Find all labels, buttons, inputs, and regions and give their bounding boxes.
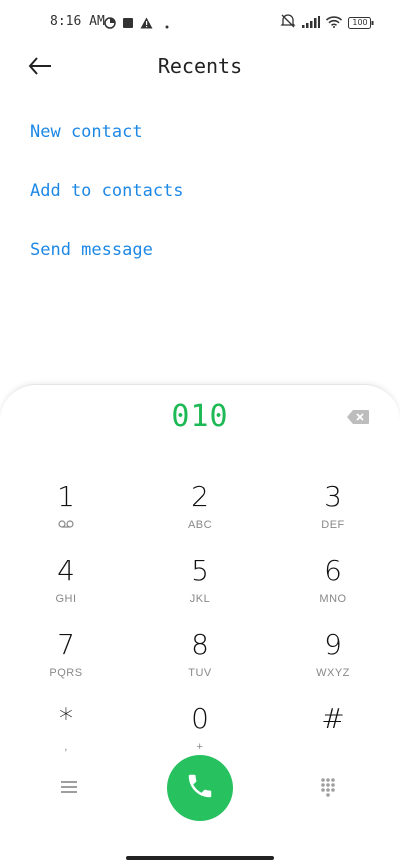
key-digit: 5 <box>191 554 209 587</box>
key-digit: 9 <box>324 628 342 661</box>
key-letters: DEF <box>321 519 345 531</box>
home-indicator[interactable] <box>126 856 274 860</box>
action-list: New contact Add to contacts Send message <box>30 110 184 287</box>
mute-vibrate-icon <box>280 13 296 32</box>
key-letters: PQRS <box>49 667 83 679</box>
key-digit: 3 <box>324 480 342 513</box>
key-letters: ABC <box>187 519 213 531</box>
backspace-button[interactable] <box>346 409 370 427</box>
key-2[interactable]: 2 ABC <box>145 481 255 545</box>
data-saver-icon <box>104 14 116 33</box>
key-5[interactable]: 5 JKL <box>145 555 255 619</box>
key-digit: 6 <box>324 554 342 587</box>
square-notification-icon <box>122 14 134 33</box>
key-letters: MNO <box>319 593 347 605</box>
status-left-icons <box>104 14 169 33</box>
key-letters: WXYZ <box>316 667 350 679</box>
key-letters: TUV <box>188 667 212 679</box>
new-contact-link[interactable]: New contact <box>30 110 184 169</box>
key-letters: JKL <box>189 593 211 605</box>
keypad-toggle-button[interactable] <box>320 777 338 799</box>
key-letters: , <box>64 741 68 753</box>
key-digit: 4 <box>57 554 75 587</box>
dialer-bottom-bar <box>0 755 400 825</box>
header: Recents <box>0 44 400 92</box>
status-bar: 8:16 AM 100 <box>0 0 400 44</box>
call-button[interactable] <box>167 755 233 821</box>
warning-icon <box>140 14 153 33</box>
dialer-panel: 010 1 2 ABC 3 DEF 4 GHI 5 JKL 6 MNO 7 PQ… <box>0 384 400 866</box>
key-3[interactable]: 3 DEF <box>278 481 388 545</box>
dialed-number[interactable]: 010 <box>0 399 400 434</box>
signal-icon <box>302 13 320 32</box>
keypad-icon <box>320 778 336 801</box>
send-message-link[interactable]: Send message <box>30 228 184 287</box>
wifi-icon <box>325 13 343 32</box>
key-letters: GHI <box>55 593 77 605</box>
key-digit: 0 <box>191 702 209 735</box>
key-4[interactable]: 4 GHI <box>11 555 121 619</box>
key-letters: + <box>196 741 204 753</box>
menu-icon <box>60 780 78 799</box>
key-8[interactable]: 8 TUV <box>145 629 255 693</box>
key-9[interactable]: 9 WXYZ <box>278 629 388 693</box>
battery-level: 100 <box>352 17 368 27</box>
key-digit: # <box>321 702 345 735</box>
key-6[interactable]: 6 MNO <box>278 555 388 619</box>
key-digit: 8 <box>191 628 209 661</box>
key-7[interactable]: 7 PQRS <box>11 629 121 693</box>
phone-icon <box>185 771 215 805</box>
menu-button[interactable] <box>60 779 80 797</box>
key-digit: * <box>59 702 73 735</box>
dot-icon <box>165 14 169 33</box>
battery-icon: 100 <box>348 16 374 29</box>
status-right-icons: 100 <box>280 13 374 32</box>
page-title: Recents <box>157 54 243 78</box>
backspace-icon <box>346 410 370 429</box>
key-1[interactable]: 1 <box>11 481 121 545</box>
key-digit: 7 <box>57 628 75 661</box>
voicemail-icon <box>11 519 121 533</box>
key-digit: 1 <box>57 480 75 513</box>
status-time: 8:16 AM <box>50 14 105 29</box>
add-to-contacts-link[interactable]: Add to contacts <box>30 169 184 228</box>
key-letters <box>278 741 388 755</box>
key-digit: 2 <box>191 480 209 513</box>
